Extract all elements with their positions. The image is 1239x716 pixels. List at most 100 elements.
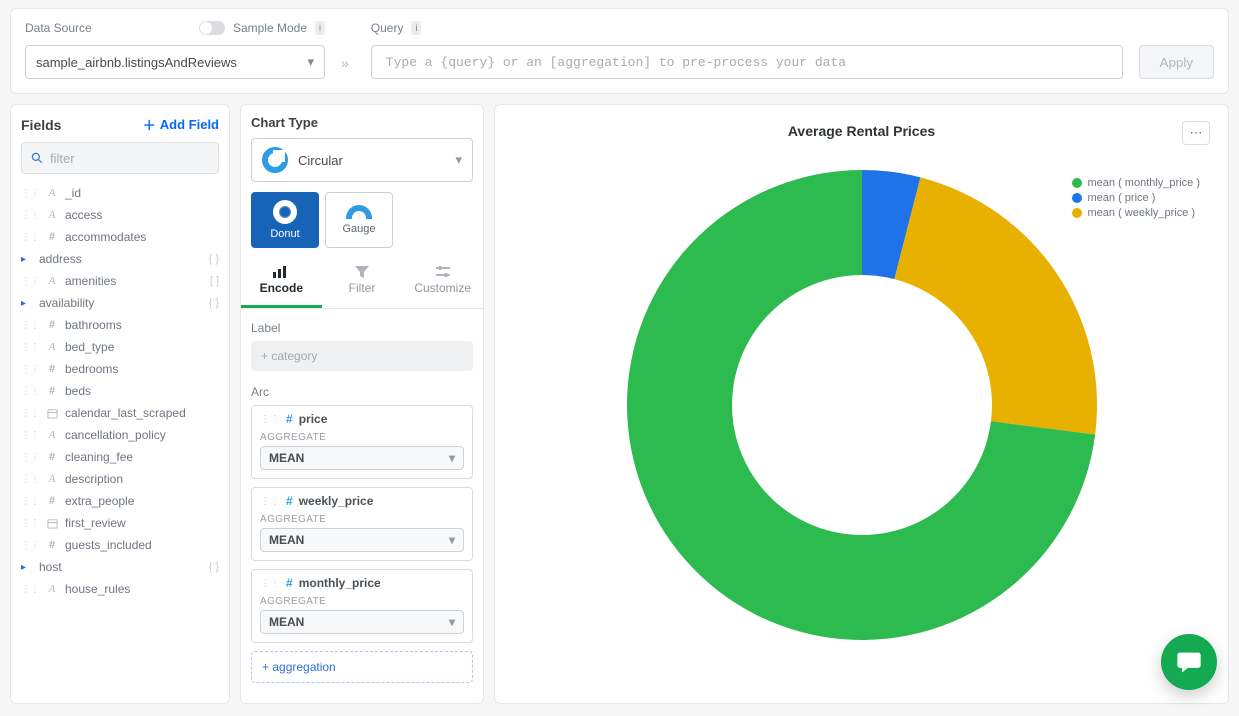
drag-handle-icon[interactable]: ⋮⋮ <box>21 232 39 243</box>
tab-customize[interactable]: Customize <box>402 258 483 308</box>
field-name: first_review <box>65 516 126 530</box>
subtype-gauge[interactable]: Gauge <box>325 192 393 248</box>
field-name: cleaning_fee <box>65 450 133 464</box>
arc-card[interactable]: ⋮⋮#monthly_priceAGGREGATEMEAN▾ <box>251 569 473 643</box>
tab-encode-label: Encode <box>260 281 303 295</box>
query-input[interactable]: Type a {query} or an [aggregation] to pr… <box>371 45 1123 79</box>
arc-card[interactable]: ⋮⋮#priceAGGREGATEMEAN▾ <box>251 405 473 479</box>
field-row[interactable]: ⋮⋮ Aaccess <box>17 204 223 226</box>
drag-handle-icon[interactable]: ⋮⋮ <box>21 518 39 529</box>
subtype-gauge-label: Gauge <box>342 223 375 235</box>
drag-handle-icon[interactable]: ⋮⋮ <box>21 474 39 485</box>
legend-item: mean ( monthly_price ) <box>1072 177 1201 189</box>
drag-handle-icon[interactable]: ⋮⋮ <box>21 386 39 397</box>
field-row[interactable]: ▸address{ } <box>17 248 223 270</box>
aggregate-label: AGGREGATE <box>260 596 464 607</box>
tab-filter[interactable]: Filter <box>322 258 403 308</box>
field-row[interactable]: ⋮⋮Abed_type <box>17 336 223 358</box>
drag-handle-icon[interactable]: ⋮⋮ <box>260 496 280 507</box>
field-row[interactable]: ⋮⋮#bedrooms <box>17 358 223 380</box>
drag-handle-icon[interactable]: ⋮⋮ <box>21 188 39 199</box>
field-row[interactable]: ⋮⋮ Ahouse_rules <box>17 578 223 600</box>
drag-handle-icon[interactable]: ⋮⋮ <box>21 276 39 287</box>
field-name: extra_people <box>65 494 134 508</box>
help-chat-button[interactable] <box>1161 634 1217 690</box>
sample-mode-toggle[interactable] <box>199 21 225 35</box>
aggregate-select[interactable]: MEAN▾ <box>260 610 464 634</box>
fields-filter-input[interactable]: filter <box>21 142 219 174</box>
chart-panel: Average Rental Prices ⋯ mean ( monthly_p… <box>494 104 1229 704</box>
label-dropzone[interactable]: + category <box>251 341 473 371</box>
legend-swatch <box>1072 178 1082 188</box>
apply-button[interactable]: Apply <box>1139 45 1214 79</box>
drag-handle-icon[interactable]: ⋮⋮ <box>21 430 39 441</box>
string-type-icon: A <box>45 187 59 199</box>
field-row[interactable]: ⋮⋮Acancellation_policy <box>17 424 223 446</box>
field-name: house_rules <box>65 582 130 596</box>
drag-handle-icon[interactable]: ⋮⋮ <box>21 210 39 221</box>
field-row[interactable]: ⋮⋮ first_review <box>17 512 223 534</box>
string-type-icon: A <box>45 473 59 485</box>
gauge-icon <box>346 205 372 219</box>
fields-list[interactable]: ⋮⋮A_id⋮⋮Aaccess⋮⋮#accommodates▸address{ … <box>11 180 229 703</box>
fields-filter-placeholder: filter <box>50 151 75 166</box>
add-field-label: Add Field <box>160 117 219 132</box>
field-row[interactable]: ⋮⋮ # guests_included <box>17 534 223 556</box>
aggregate-select[interactable]: MEAN▾ <box>260 446 464 470</box>
field-row[interactable]: ⋮⋮#cleaning_fee <box>17 446 223 468</box>
drag-handle-icon[interactable]: ⋮⋮ <box>21 584 39 595</box>
field-row[interactable]: ⋮⋮calendar_last_scraped <box>17 402 223 424</box>
number-type-icon: # <box>286 494 293 508</box>
number-type-icon: # <box>45 539 59 551</box>
drag-handle-icon[interactable]: ⋮⋮ <box>21 452 39 463</box>
drag-handle-icon[interactable]: ⋮⋮ <box>21 496 39 507</box>
chevron-down-icon: ▾ <box>449 615 455 629</box>
field-row[interactable]: ⋮⋮Aamenities[ ] <box>17 270 223 292</box>
field-name: amenities <box>65 274 116 288</box>
drag-handle-icon[interactable]: ⋮⋮ <box>260 578 280 589</box>
arc-card[interactable]: ⋮⋮#weekly_priceAGGREGATEMEAN▾ <box>251 487 473 561</box>
field-name: guests_included <box>65 538 152 552</box>
aggregate-select[interactable]: MEAN▾ <box>260 528 464 552</box>
string-type-icon: A <box>45 341 59 353</box>
drag-handle-icon[interactable]: ⋮⋮ <box>21 408 39 419</box>
field-row[interactable]: ⋮⋮A_id <box>17 182 223 204</box>
field-row[interactable]: ▸host{ } <box>17 556 223 578</box>
field-row[interactable]: ⋮⋮#bathrooms <box>17 314 223 336</box>
drag-handle-icon[interactable]: ⋮⋮ <box>21 364 39 375</box>
field-row[interactable]: ⋮⋮Adescription <box>17 468 223 490</box>
string-type-icon: A <box>45 275 59 287</box>
drag-handle-icon[interactable]: ⋮⋮ <box>21 342 39 353</box>
number-type-icon: # <box>45 495 59 507</box>
data-source-select[interactable]: sample_airbnb.listingsAndReviews ▾ <box>25 45 325 79</box>
add-field-button[interactable]: ＋ Add Field <box>143 115 219 134</box>
info-icon[interactable]: i <box>315 21 325 35</box>
tab-encode[interactable]: Encode <box>241 258 322 308</box>
drag-handle-icon[interactable]: ⋮⋮ <box>21 320 39 331</box>
field-row[interactable]: ⋮⋮ # extra_people <box>17 490 223 512</box>
drag-handle-icon[interactable]: ⋮⋮ <box>21 540 39 551</box>
field-row[interactable]: ⋮⋮#accommodates <box>17 226 223 248</box>
config-panel: Chart Type Circular ▾ Donut Gauge Encode <box>240 104 484 704</box>
chart-menu-button[interactable]: ⋯ <box>1182 121 1210 145</box>
add-aggregation-button[interactable]: + aggregation <box>251 651 473 683</box>
string-type-icon: A <box>45 583 59 595</box>
aggregate-label: AGGREGATE <box>260 432 464 443</box>
string-type-icon: A <box>45 429 59 441</box>
number-type-icon: # <box>45 319 59 331</box>
legend-label: mean ( monthly_price ) <box>1088 177 1201 189</box>
brace-icon: { } <box>209 561 219 573</box>
number-type-icon: # <box>45 363 59 375</box>
donut-slice[interactable] <box>894 177 1097 434</box>
string-type-icon: A <box>45 209 59 221</box>
tab-filter-label: Filter <box>349 281 376 295</box>
aggregate-label: AGGREGATE <box>260 514 464 525</box>
drag-handle-icon[interactable]: ⋮⋮ <box>260 414 280 425</box>
subtype-donut-label: Donut <box>270 228 299 240</box>
field-row[interactable]: ▸availability{ } <box>17 292 223 314</box>
field-row[interactable]: ⋮⋮#beds <box>17 380 223 402</box>
chart-type-select[interactable]: Circular ▾ <box>251 138 473 182</box>
info-icon[interactable]: i <box>411 21 421 35</box>
subtype-donut[interactable]: Donut <box>251 192 319 248</box>
field-name: access <box>65 208 102 222</box>
